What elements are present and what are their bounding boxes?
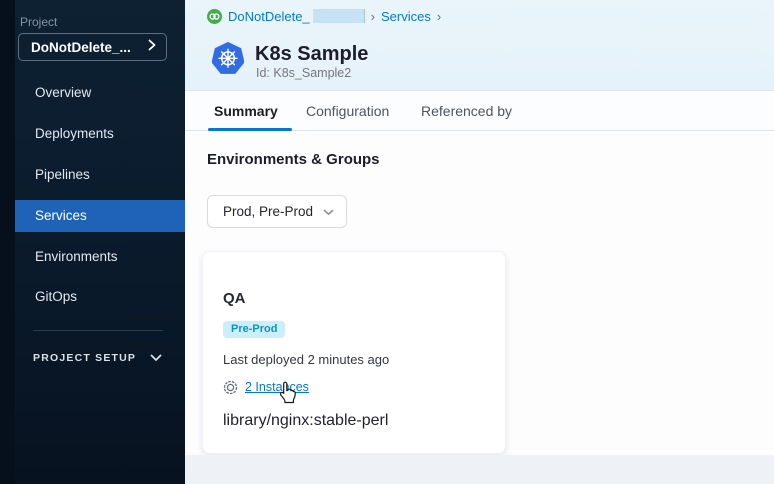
tab-summary-label: Summary: [214, 103, 278, 119]
main-panel: DoNotDelete_ › Services ›: [185, 0, 774, 484]
project-setup-label: PROJECT SETUP: [33, 352, 136, 364]
artifact-name: library/nginx:stable-perl: [223, 412, 388, 430]
breadcrumb-separator: ›: [371, 9, 375, 24]
environment-card-qa: QA Pre-Prod Last deployed 2 minutes ago …: [202, 251, 506, 454]
environments-groups-heading: Environments & Groups: [207, 151, 380, 168]
project-label: Project: [20, 15, 57, 29]
sidebar-item-deployments[interactable]: Deployments: [15, 118, 185, 150]
instances-icon: [223, 380, 238, 395]
k8s-logo-icon: [212, 42, 244, 79]
page-title: K8s Sample: [255, 43, 368, 66]
tab-configuration[interactable]: Configuration: [306, 91, 389, 131]
environment-filter-value: Prod, Pre-Prod: [223, 204, 323, 219]
project-icon: [207, 9, 222, 24]
tab-referenced-by-label: Referenced by: [421, 103, 512, 119]
project-selector-value: DoNotDelete_...: [31, 40, 148, 55]
selected-text-highlight: [313, 9, 365, 23]
breadcrumb: DoNotDelete_ › Services ›: [207, 7, 441, 25]
environment-filter-select[interactable]: Prod, Pre-Prod: [207, 195, 347, 228]
chevron-down-icon: [323, 203, 334, 221]
breadcrumb-project-link[interactable]: DoNotDelete_: [228, 9, 310, 24]
sidebar: Project DoNotDelete_... Overview Deploym…: [0, 0, 185, 484]
page-id: Id: K8s_Sample2: [256, 66, 351, 80]
tab-referenced-by[interactable]: Referenced by: [421, 91, 512, 131]
sidebar-divider: [33, 330, 163, 331]
environment-name: QA: [223, 290, 246, 307]
sidebar-item-gitops[interactable]: GitOps: [15, 281, 185, 313]
tab-bar: Summary Configuration Referenced by: [185, 90, 774, 131]
pointer-cursor: [277, 381, 299, 410]
sidebar-item-pipelines[interactable]: Pipelines: [15, 159, 185, 191]
sidebar-item-environments[interactable]: Environments: [15, 241, 185, 273]
page-bottom-strip: [185, 455, 774, 484]
breadcrumb-services-link[interactable]: Services: [381, 9, 431, 24]
tab-configuration-label: Configuration: [306, 103, 389, 119]
sidebar-item-services[interactable]: Services: [15, 200, 185, 232]
chevron-right-icon: [148, 38, 156, 56]
project-setup-toggle[interactable]: PROJECT SETUP: [33, 345, 168, 371]
chevron-down-icon: [136, 349, 162, 367]
last-deployed-text: Last deployed 2 minutes ago: [223, 352, 389, 367]
page-header: DoNotDelete_ › Services ›: [185, 0, 774, 90]
app-window: Project DoNotDelete_... Overview Deploym…: [0, 0, 774, 484]
project-selector[interactable]: DoNotDelete_...: [18, 33, 167, 61]
tab-summary[interactable]: Summary: [214, 91, 278, 131]
breadcrumb-separator: ›: [437, 9, 441, 24]
summary-content: Environments & Groups Prod, Pre-Prod QA …: [185, 131, 774, 484]
sidebar-item-overview[interactable]: Overview: [15, 77, 185, 109]
environment-type-badge: Pre-Prod: [223, 321, 285, 338]
